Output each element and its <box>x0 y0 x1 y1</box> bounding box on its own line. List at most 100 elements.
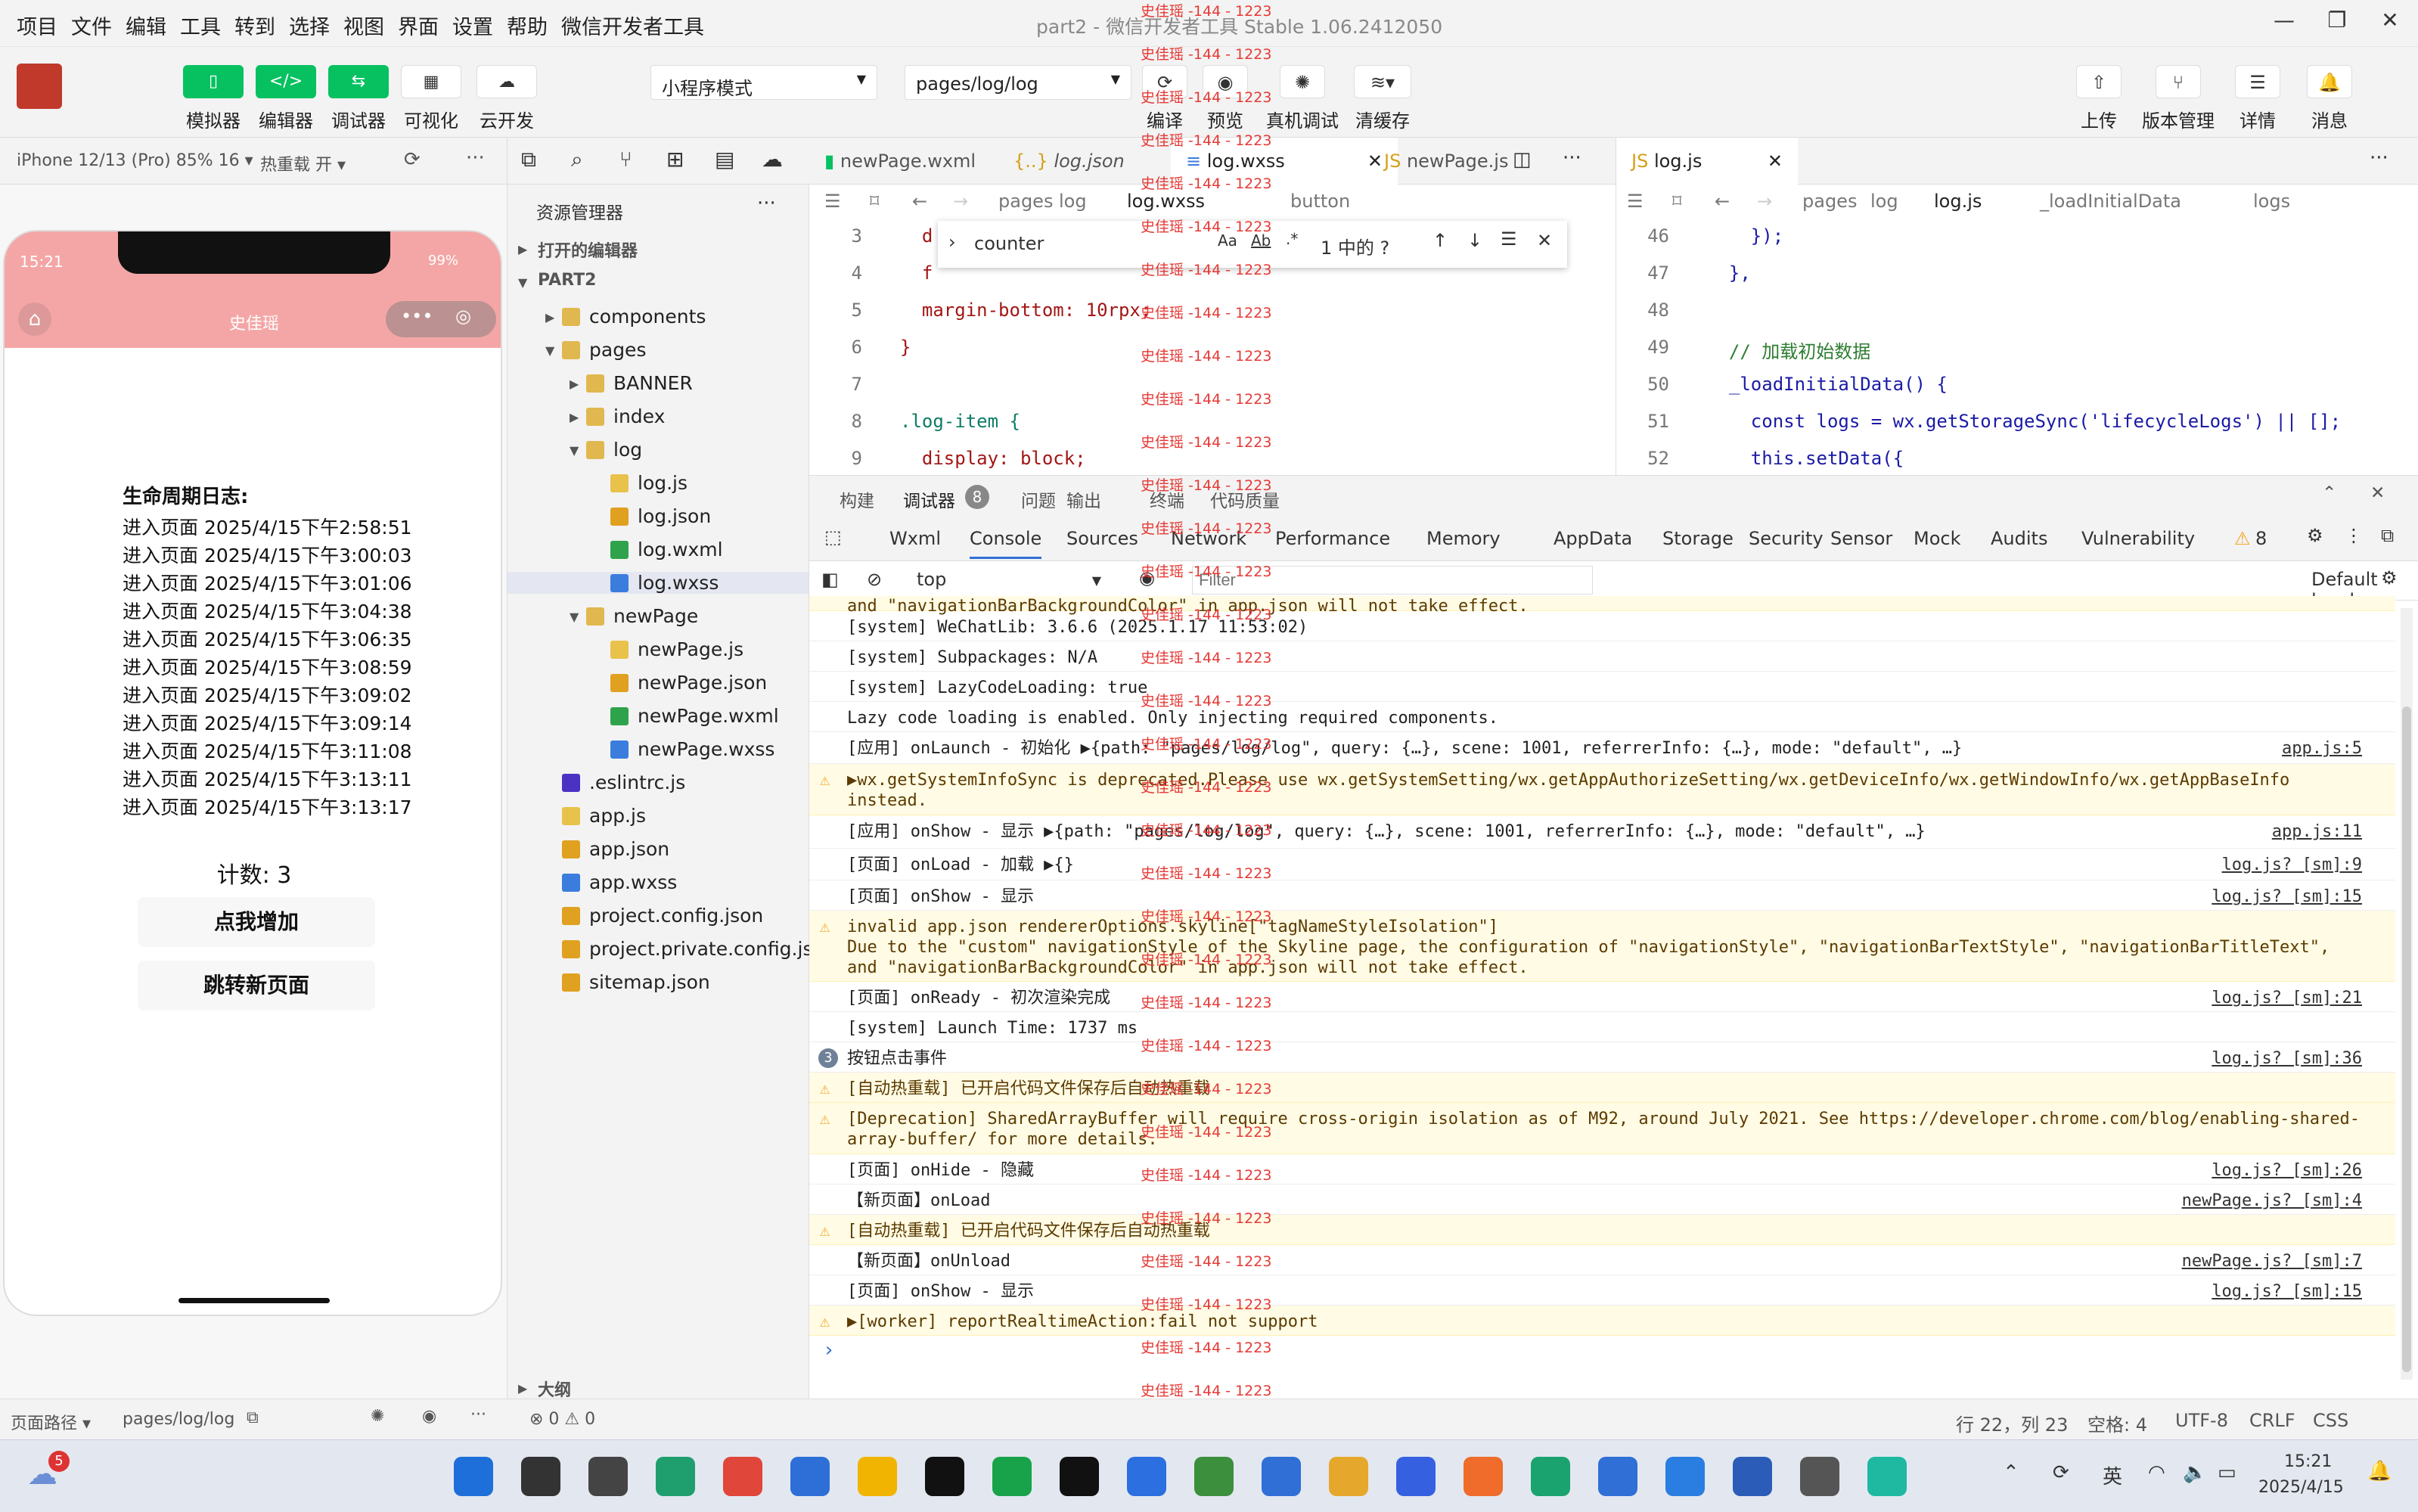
taskbar-app-icon[interactable] <box>1262 1457 1301 1496</box>
panel-tab[interactable]: AppData <box>1554 528 1632 549</box>
taskbar-app-icon[interactable] <box>1733 1457 1772 1496</box>
menu-item[interactable]: 帮助 <box>507 11 548 40</box>
line-ending[interactable]: CRLF <box>2249 1410 2295 1431</box>
source-link[interactable]: newPage.js? [sm]:4 <box>2182 1191 2362 1211</box>
upload-button[interactable]: ⇧ <box>2076 65 2122 98</box>
more-icon[interactable]: ··· <box>1563 147 1581 169</box>
devtools-top-tab[interactable]: 输出 <box>1066 486 1101 512</box>
version-button[interactable]: ⑂ <box>2156 65 2201 98</box>
panel-tab[interactable]: Sources <box>1066 528 1138 549</box>
close-capsule-icon[interactable]: ◎ <box>455 306 471 327</box>
taskbar-app-icon[interactable] <box>1800 1457 1839 1496</box>
tree-item-folder[interactable]: log <box>586 439 642 461</box>
extensions-icon[interactable]: ⊞ <box>666 147 684 172</box>
list-icon[interactable]: ☰ <box>824 191 841 212</box>
cloud-dev-button[interactable]: ☁ <box>476 65 537 98</box>
inspect-icon[interactable]: ⬚ <box>824 526 842 548</box>
gear-icon[interactable]: ⚙ <box>2381 567 2398 588</box>
page-path-label[interactable]: 页面路径 ▾ <box>11 1410 91 1434</box>
add-button[interactable]: 点我增加 <box>138 897 375 947</box>
prompt-icon[interactable]: › <box>823 1339 835 1361</box>
tab-newpage-wxml[interactable]: ▮ newPage.wxml <box>809 138 998 185</box>
avatar[interactable] <box>17 64 62 109</box>
selection-icon[interactable]: ☰ <box>1501 228 1517 250</box>
tree-item-eslint[interactable]: .eslintrc.js <box>562 772 685 793</box>
chevron-down-icon[interactable]: ▼ <box>570 610 579 624</box>
clear-cache-button[interactable]: ≋▾ <box>1354 65 1411 98</box>
problems-count[interactable]: ⊗ 0 ⚠ 0 <box>529 1410 595 1429</box>
project-header[interactable]: PART2 <box>538 271 596 290</box>
arrow-down-icon[interactable]: ↓ <box>1467 230 1482 251</box>
breadcrumb-item[interactable]: pages <box>1802 191 1857 212</box>
panel-tab[interactable]: Mock <box>1914 528 1960 549</box>
panel-tab[interactable]: Console <box>970 528 1042 559</box>
copy-icon[interactable]: ⧉ <box>247 1408 259 1427</box>
list-icon[interactable]: ☰ <box>1627 191 1644 212</box>
source-link[interactable]: app.js:11 <box>2272 821 2362 842</box>
panel-tab[interactable]: Audits <box>1991 528 2047 549</box>
more-icon[interactable]: ··· <box>2370 147 2389 169</box>
panel-tab[interactable]: Storage <box>1662 528 1734 549</box>
menu-item[interactable]: 文件 <box>71 11 112 40</box>
menu-item[interactable]: 视图 <box>343 11 384 40</box>
taskbar-app-icon[interactable] <box>790 1457 830 1496</box>
gear-icon[interactable]: ⚙ <box>2307 525 2323 546</box>
taskbar-app-icon[interactable] <box>925 1457 964 1496</box>
language-mode[interactable]: CSS <box>2313 1410 2348 1431</box>
panel-tab[interactable]: Vulnerability <box>2081 528 2195 549</box>
taskbar-app-icon[interactable] <box>1598 1457 1637 1496</box>
debugger-toggle[interactable]: ⇆ <box>328 65 389 98</box>
menu-item[interactable]: 工具 <box>180 11 221 40</box>
taskbar-app-icon[interactable] <box>1665 1457 1705 1496</box>
regex-icon[interactable]: .* <box>1286 230 1298 248</box>
minimize-button[interactable]: — <box>2269 8 2299 38</box>
tab-log-js[interactable]: JS log.js ✕ <box>1616 138 1798 185</box>
tree-item-json[interactable]: project.private.config.js... <box>562 938 830 960</box>
taskbar-app-icon[interactable] <box>454 1457 493 1496</box>
more-icon[interactable]: ··· <box>466 147 485 169</box>
page-select[interactable]: pages/log/log ▼ <box>905 65 1131 100</box>
source-link[interactable]: log.js? [sm]:15 <box>2212 886 2362 907</box>
tree-item-wxss[interactable]: log.wxss <box>508 572 809 594</box>
encoding[interactable]: UTF-8 <box>2175 1410 2228 1431</box>
menu-item[interactable]: 编辑 <box>126 11 166 40</box>
tree-item-wxss[interactable]: app.wxss <box>562 871 677 893</box>
sync-icon[interactable]: ⟳ <box>2053 1461 2069 1484</box>
simulator-toggle[interactable]: ▯ <box>183 65 244 98</box>
breadcrumb-item[interactable]: log.wxss <box>1127 191 1205 212</box>
bookmark-icon[interactable]: ⌑ <box>1672 191 1681 212</box>
panel-tab[interactable]: Performance <box>1275 528 1390 549</box>
capsule-menu[interactable]: ••• ◎ <box>386 301 496 337</box>
split-editor-icon[interactable]: ◫ <box>1513 148 1532 171</box>
storage-icon[interactable]: ▤ <box>715 147 734 172</box>
context-select[interactable]: top ▼ <box>911 566 1107 595</box>
chevron-down-icon[interactable]: ▼ <box>545 343 554 358</box>
taskbar-app-icon[interactable] <box>1329 1457 1368 1496</box>
devtools-top-tab[interactable]: 调试器 <box>903 486 955 512</box>
close-window-button[interactable]: ✕ <box>2375 8 2405 38</box>
more-dots-icon[interactable]: ••• <box>401 306 433 327</box>
chevron-down-icon[interactable]: ▼ <box>570 443 579 458</box>
outline-header[interactable]: 大纲 <box>538 1377 571 1401</box>
close-icon[interactable]: ✕ <box>1537 230 1552 251</box>
tree-item-js[interactable]: newPage.js <box>610 638 743 660</box>
tree-item-wxml[interactable]: log.wxml <box>610 539 723 560</box>
taskbar-app-icon[interactable] <box>656 1457 695 1496</box>
menu-item[interactable]: 选择 <box>289 11 330 40</box>
device-select[interactable]: iPhone 12/13 (Pro) 85% 16 ▾ <box>17 151 253 170</box>
mode-select[interactable]: 小程序模式 ▼ <box>650 65 877 100</box>
collapse-icon[interactable]: ⌃ <box>2322 483 2336 503</box>
forward-icon[interactable]: → <box>1757 191 1772 212</box>
chevron-right-icon[interactable]: ▶ <box>570 377 579 391</box>
search-icon[interactable]: ⌕ <box>571 147 583 172</box>
more-icon[interactable]: ··· <box>757 192 776 215</box>
chevron-right-icon[interactable]: ▶ <box>570 410 579 424</box>
taskbar-app-icon[interactable] <box>1531 1457 1570 1496</box>
sidebar-icon[interactable]: ◧ <box>821 569 839 590</box>
breadcrumb-item[interactable]: log.js <box>1934 191 1982 212</box>
panel-tab[interactable]: Sensor <box>1830 528 1892 549</box>
menu-item[interactable]: 转到 <box>234 11 275 40</box>
taskbar-app-icon[interactable] <box>1060 1457 1099 1496</box>
menu-item[interactable]: 项目 <box>17 11 57 40</box>
weather-icon[interactable]: ☁ 5 <box>27 1451 70 1495</box>
